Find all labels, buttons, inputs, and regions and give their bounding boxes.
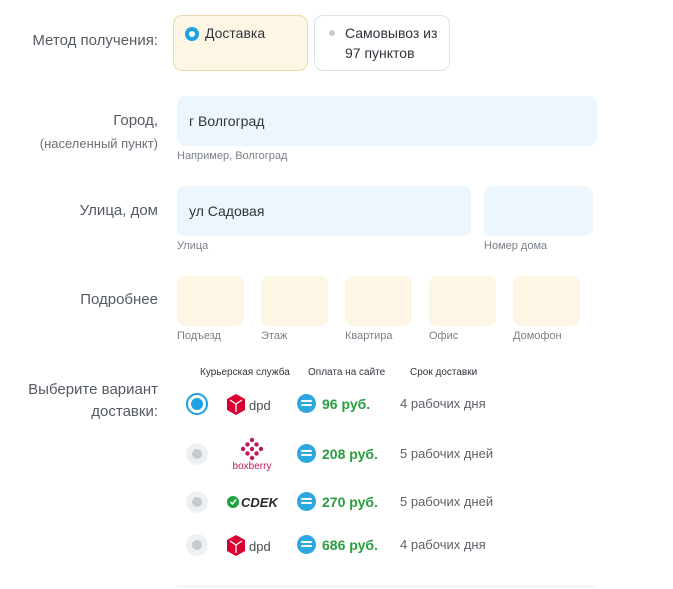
method-label: Метод получения: [32, 32, 158, 49]
shipping-term: 5 рабочих дней [400, 494, 494, 509]
svg-text:boxberry: boxberry [233, 461, 272, 471]
card-payment-icon [297, 394, 316, 413]
shipping-price: 96 руб. [322, 396, 371, 412]
city-label: Город, (населенный пункт) [40, 111, 158, 154]
shipping-price: 208 руб. [322, 446, 378, 462]
delivery-label: Доставка [205, 25, 266, 41]
shipping-option-radio[interactable] [186, 491, 208, 513]
house-number-hint: Номер дома [484, 240, 548, 252]
shipping-price: 270 руб. [322, 494, 378, 510]
shipping-label-line2: доставки: [91, 403, 158, 420]
city-label-title: Город, [113, 112, 158, 129]
shipping-term: 5 рабочих дней [400, 446, 494, 461]
shipping-option-radio[interactable] [186, 443, 208, 465]
intercom-hint: Домофон [513, 330, 562, 342]
courier-column-header: Курьерская служба [200, 367, 290, 378]
payment-column-header: Оплата на сайте [308, 367, 386, 378]
floor-input[interactable] [261, 276, 328, 326]
city-hint: Например, Волгоград [177, 150, 288, 162]
delivery-radio[interactable] [185, 27, 199, 41]
entrance-input[interactable] [177, 276, 244, 326]
office-hint: Офис [429, 330, 459, 342]
card-payment-icon [297, 535, 316, 554]
apartment-hint: Квартира [345, 330, 393, 342]
pickup-radio[interactable] [329, 30, 335, 36]
svg-text:dpd: dpd [249, 398, 271, 413]
street-hint: Улица [177, 240, 209, 252]
pickup-label-line1: Самовывоз из [345, 25, 438, 41]
card-payment-icon [297, 444, 316, 463]
apartment-input[interactable] [345, 276, 412, 326]
pickup-label-line2: 97 пунктов [345, 45, 415, 61]
details-label: Подробнее [80, 291, 158, 308]
house-number-input[interactable] [484, 186, 593, 236]
section-divider [177, 586, 595, 587]
shipping-term: 4 рабочих дня [400, 537, 486, 552]
svg-text:dpd: dpd [249, 539, 271, 554]
card-payment-icon [297, 492, 316, 511]
shipping-label: Выберите вариант доставки: [28, 380, 158, 422]
dpd-logo-icon: dpd [227, 535, 271, 556]
shipping-price: 686 руб. [322, 537, 378, 553]
office-input[interactable] [429, 276, 496, 326]
city-input[interactable]: г Волгоград [177, 96, 597, 146]
city-input-value: г Волгоград [189, 113, 265, 129]
floor-hint: Этаж [261, 330, 288, 342]
pickup-option-button[interactable]: Самовывоз из 97 пунктов [314, 15, 450, 71]
shipping-term: 4 рабочих дня [400, 396, 486, 411]
term-column-header: Срок доставки [410, 367, 478, 378]
shipping-option-radio[interactable] [186, 534, 208, 556]
street-label: Улица, дом [79, 202, 158, 219]
delivery-option-button[interactable]: Доставка [173, 15, 308, 71]
boxberry-logo-icon: boxberry [233, 437, 272, 471]
shipping-label-line1: Выберите вариант [28, 381, 158, 398]
city-label-subtitle: (населенный пункт) [39, 136, 158, 151]
street-input-value: ул Садовая [189, 203, 265, 219]
cdek-logo-icon: CDEK [227, 495, 278, 510]
dpd-logo-icon: dpd [227, 394, 271, 415]
entrance-hint: Подъезд [177, 330, 221, 342]
intercom-input[interactable] [513, 276, 580, 326]
street-input[interactable]: ул Садовая [177, 186, 471, 236]
svg-text:CDEK: CDEK [241, 495, 278, 510]
shipping-option-radio[interactable] [186, 393, 208, 415]
